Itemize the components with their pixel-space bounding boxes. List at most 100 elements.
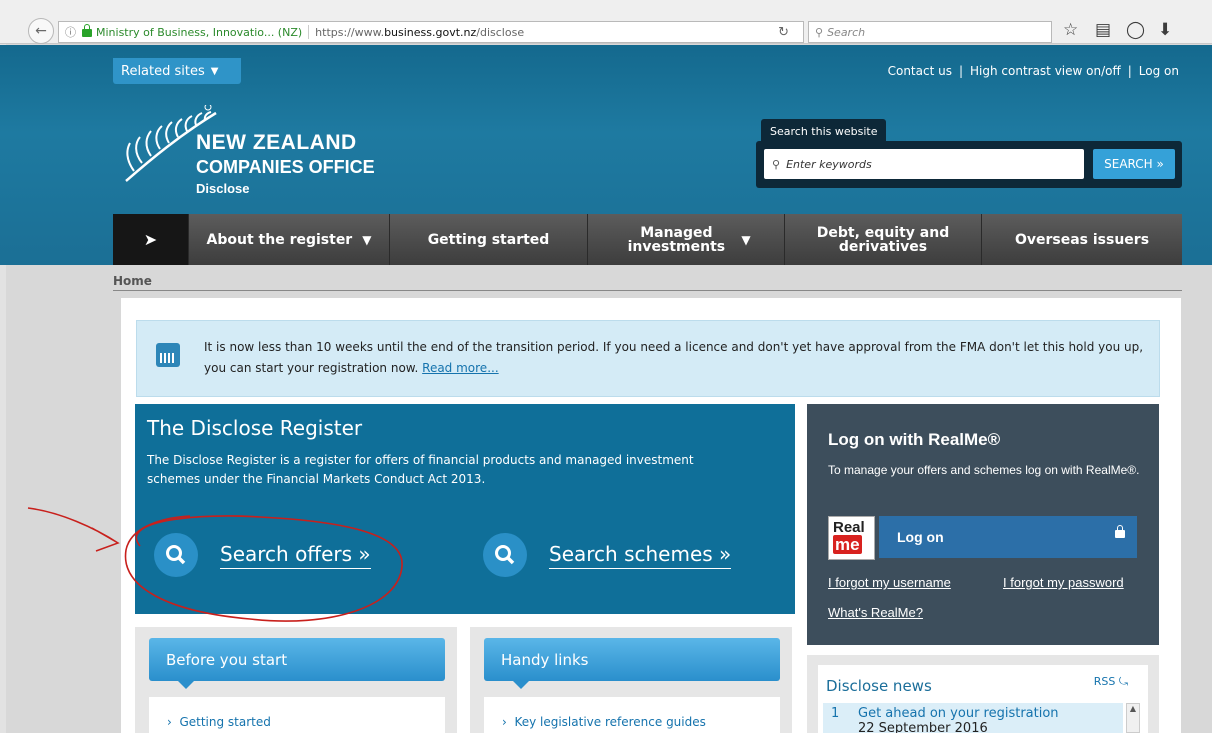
whats-realme-link[interactable]: What's RealMe? bbox=[828, 605, 923, 620]
search-offers-button[interactable]: Search offers » bbox=[154, 533, 371, 577]
alert-message: It is now less than 10 weeks until the e… bbox=[204, 340, 1144, 375]
back-arrow-icon[interactable]: ← bbox=[28, 18, 54, 44]
address-bar[interactable]: ⓘ Ministry of Business, Innovatio... (NZ… bbox=[58, 21, 804, 43]
realme-logo-top: Real bbox=[833, 519, 865, 536]
padlock-icon bbox=[82, 24, 92, 37]
related-sites-button[interactable]: Related sites ▼ bbox=[113, 58, 241, 84]
search-icon bbox=[154, 533, 198, 577]
handy-links-heading: Handy links bbox=[484, 638, 780, 689]
register-description: The Disclose Register is a register for … bbox=[147, 453, 694, 486]
nav-label: Managed investments bbox=[627, 224, 726, 255]
download-icon[interactable]: ⬇ bbox=[1158, 20, 1172, 40]
info-icon[interactable]: ⓘ bbox=[65, 24, 76, 40]
lock-icon bbox=[1115, 525, 1125, 538]
rss-label: RSS bbox=[1093, 675, 1116, 688]
news-item-title: Get ahead on your registration bbox=[858, 706, 1059, 721]
handy-links-panel: Handy links › Key legislative reference … bbox=[470, 627, 792, 733]
news-item-number: 1 bbox=[831, 706, 840, 721]
getting-started-link[interactable]: › Getting started bbox=[167, 715, 271, 729]
annotation-arrow bbox=[27, 507, 120, 552]
before-you-start-panel: Before you start › Getting started bbox=[135, 627, 457, 733]
nav-label: Debt, equity and derivatives bbox=[816, 224, 950, 255]
alert-text: It is now less than 10 weeks until the e… bbox=[204, 337, 1144, 379]
realme-panel: Log on with RealMe® To manage your offer… bbox=[807, 404, 1159, 645]
nav-getting-started[interactable]: Getting started bbox=[390, 214, 588, 265]
nav-debt-equity[interactable]: Debt, equity and derivatives bbox=[785, 214, 982, 265]
nav-managed-investments[interactable]: Managed investments ▼ bbox=[588, 214, 785, 265]
search-schemes-label: Search schemes » bbox=[549, 542, 732, 569]
realme-description: To manage your offers and schemes log on… bbox=[828, 463, 1140, 477]
contact-us-link[interactable]: Contact us bbox=[888, 64, 952, 78]
search-placeholder-text: Enter keywords bbox=[786, 157, 872, 171]
disclose-news-panel: Disclose news RSS ⤿ 1 Get ahead on your … bbox=[807, 655, 1159, 733]
pocket-icon[interactable]: ◯ bbox=[1126, 20, 1145, 40]
home-icon: ➤ bbox=[143, 229, 158, 249]
panel-body: › Getting started bbox=[149, 697, 445, 733]
search-offers-label: Search offers » bbox=[220, 542, 371, 569]
reading-list-icon[interactable]: ▤ bbox=[1095, 20, 1111, 40]
site-identity[interactable]: Ministry of Business, Innovatio... (NZ) bbox=[96, 26, 302, 39]
login-label: Log on bbox=[897, 529, 944, 545]
transition-alert: It is now less than 10 weeks until the e… bbox=[136, 320, 1160, 397]
logo-section: Disclose bbox=[196, 181, 250, 196]
legislative-guides-link[interactable]: › Key legislative reference guides bbox=[502, 715, 706, 729]
rss-icon: ⤿ bbox=[1118, 675, 1128, 688]
search-tab-label: Search this website bbox=[761, 119, 887, 143]
reload-icon[interactable]: ↻ bbox=[778, 25, 789, 40]
search-placeholder: Search bbox=[827, 25, 866, 39]
search-button[interactable]: SEARCH » bbox=[1093, 149, 1175, 179]
panel-body: › Key legislative reference guides bbox=[484, 697, 780, 733]
breadcrumb[interactable]: Home bbox=[113, 274, 1182, 291]
url-path: /disclose bbox=[476, 25, 525, 39]
search-icon bbox=[483, 533, 527, 577]
divider bbox=[308, 25, 310, 39]
dropdown-arrow-icon: ▼ bbox=[362, 232, 372, 247]
browser-toolbar: ← ⓘ Ministry of Business, Innovatio... (… bbox=[0, 0, 1212, 44]
forgot-username-link[interactable]: I forgot my username bbox=[828, 575, 951, 590]
nav-label: Overseas issuers bbox=[1014, 231, 1150, 248]
logo-subtitle: COMPANIES OFFICE bbox=[196, 157, 375, 177]
magnifier-icon: ⚲ bbox=[815, 25, 824, 39]
realme-title: Log on with RealMe® bbox=[828, 430, 1001, 449]
calendar-icon bbox=[156, 343, 180, 367]
realme-logo: Real me bbox=[828, 516, 875, 560]
browser-search-input[interactable]: ⚲ Search bbox=[808, 21, 1052, 43]
related-sites-label: Related sites bbox=[121, 63, 205, 79]
news-item[interactable]: 1 Get ahead on your registration 22 Sept… bbox=[823, 703, 1123, 733]
link-label: Key legislative reference guides bbox=[514, 715, 706, 729]
news-scrollbar[interactable]: ▲ bbox=[1126, 703, 1140, 733]
high-contrast-link[interactable]: High contrast view on/off bbox=[970, 64, 1121, 78]
search-schemes-button[interactable]: Search schemes » bbox=[483, 533, 732, 577]
nav-overseas-issuers[interactable]: Overseas issuers bbox=[982, 214, 1182, 265]
news-title: Disclose news bbox=[826, 677, 932, 695]
before-you-start-heading: Before you start bbox=[149, 638, 445, 689]
site-search-input[interactable]: ⚲ Enter keywords bbox=[764, 149, 1084, 179]
forgot-password-link[interactable]: I forgot my password bbox=[1003, 575, 1124, 590]
link-label: Getting started bbox=[179, 715, 271, 729]
chevron-down-icon: ▼ bbox=[210, 65, 219, 77]
rss-link[interactable]: RSS ⤿ bbox=[1094, 675, 1128, 689]
url-text[interactable]: https://www.business.govt.nz/disclose bbox=[315, 26, 524, 39]
nav-label: About the register bbox=[206, 231, 353, 248]
top-links: Contact us | High contrast view on/off | Log… bbox=[887, 64, 1179, 78]
search-icon: ⚲ bbox=[772, 157, 781, 171]
read-more-link[interactable]: Read more... bbox=[422, 361, 499, 375]
main-nav: ➤ About the register ▼ Getting started Ma… bbox=[113, 214, 1182, 265]
realme-logo-bottom: me bbox=[833, 535, 862, 554]
nav-about-register[interactable]: About the register ▼ bbox=[189, 214, 390, 265]
url-prefix: https://www. bbox=[315, 25, 385, 39]
star-bookmark-icon[interactable]: ☆ bbox=[1063, 20, 1078, 40]
disclose-register-panel: The Disclose Register The Disclose Regis… bbox=[135, 404, 795, 614]
url-domain: business.govt.nz bbox=[384, 25, 477, 39]
main-content: It is now less than 10 weeks until the e… bbox=[121, 298, 1181, 733]
nav-label: Getting started bbox=[427, 231, 550, 248]
dropdown-arrow-icon: ▼ bbox=[741, 232, 751, 247]
realme-login-button[interactable]: Log on bbox=[879, 516, 1137, 558]
nav-home[interactable]: ➤ bbox=[113, 214, 189, 265]
news-item-date: 22 September 2016 bbox=[858, 721, 988, 733]
logo-title: NEW ZEALAND bbox=[196, 131, 357, 154]
log-on-link[interactable]: Log on bbox=[1139, 64, 1179, 78]
site-search: ⚲ Enter keywords SEARCH » bbox=[756, 141, 1182, 188]
news-inner: Disclose news RSS ⤿ 1 Get ahead on your … bbox=[818, 665, 1148, 733]
register-title: The Disclose Register bbox=[147, 416, 363, 440]
